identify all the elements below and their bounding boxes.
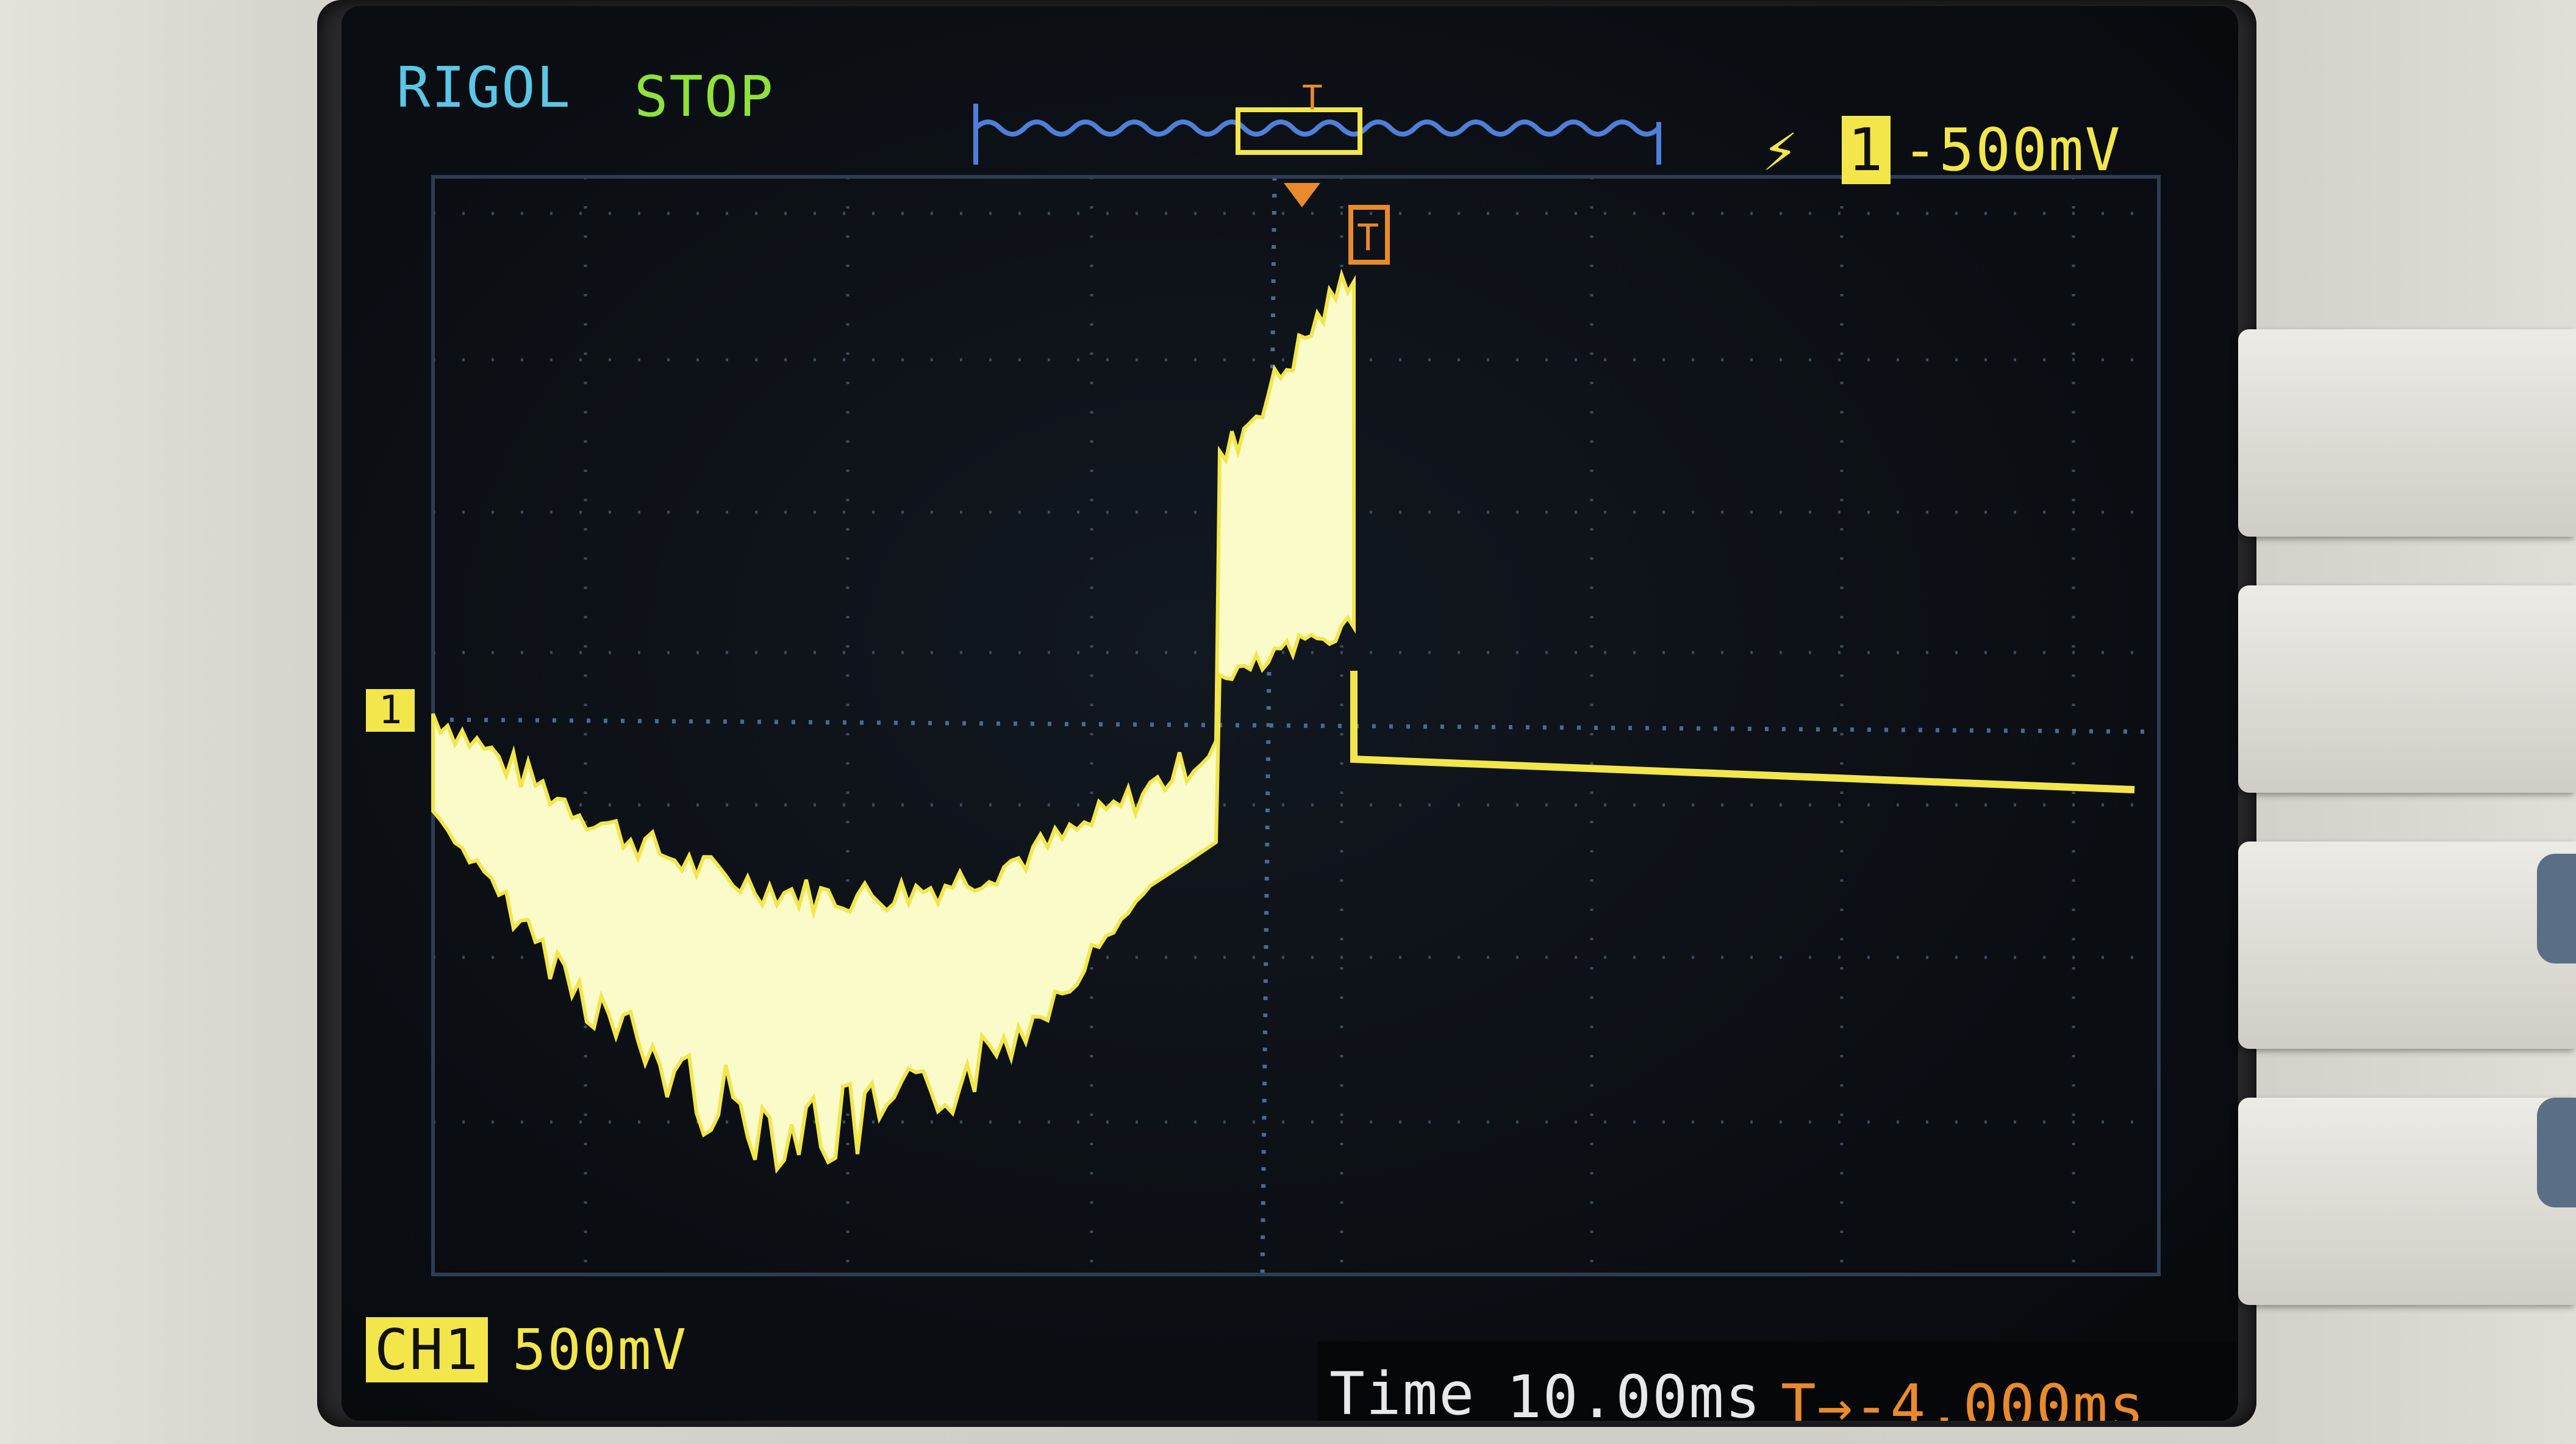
- center-axes: [432, 176, 2159, 1275]
- brand-logo-text: RIGOL: [396, 55, 571, 120]
- timebase-label: Time: [1329, 1360, 1476, 1421]
- ch1-ground-marker: 1: [366, 689, 415, 732]
- waveform-display: T T: [431, 79, 2161, 1276]
- graticule-border: [431, 175, 2161, 1276]
- channel-scale-readout: CH1 500mV: [366, 1317, 687, 1382]
- trigger-offset-value: -4.000ms: [1853, 1372, 2145, 1421]
- softkey-column: [2238, 329, 2576, 1439]
- softkey-2[interactable]: [2238, 585, 2576, 793]
- memory-trigger-marker: T: [1302, 79, 1323, 118]
- rising-edge-icon: ⚡: [1762, 116, 1799, 184]
- trigger-offset: T→-4.000ms: [1781, 1372, 2145, 1421]
- trigger-offset-icon: T→: [1781, 1372, 1854, 1421]
- oscilloscope-screen: T T 1 RIGOL STOP ⚡ 1 -500mV CH1 500mV Time …: [342, 6, 2238, 1421]
- trigger-source-badge: 1: [1841, 116, 1891, 184]
- softkey-3[interactable]: [2238, 842, 2576, 1049]
- trigger-level: -500mV: [1902, 116, 2122, 184]
- timebase-value: 10.00ms: [1506, 1363, 1762, 1421]
- softkey-1[interactable]: [2238, 329, 2576, 537]
- ch1-flat-trace: [1350, 671, 2135, 793]
- run-state-indicator: STOP: [634, 64, 775, 129]
- side-knob-lower[interactable]: [2537, 1098, 2576, 1207]
- svg-text:T: T: [1357, 216, 1379, 259]
- channel-volts-per-div: 500mV: [512, 1317, 688, 1382]
- trigger-status: ⚡ 1 -500mV: [1762, 116, 2121, 184]
- side-knob-upper[interactable]: [2537, 854, 2576, 963]
- trigger-position-arrow: [1284, 183, 1320, 207]
- softkey-4[interactable]: [2238, 1098, 2576, 1305]
- trigger-position-marker: T: [1348, 205, 1390, 265]
- channel-badge: CH1: [366, 1317, 488, 1382]
